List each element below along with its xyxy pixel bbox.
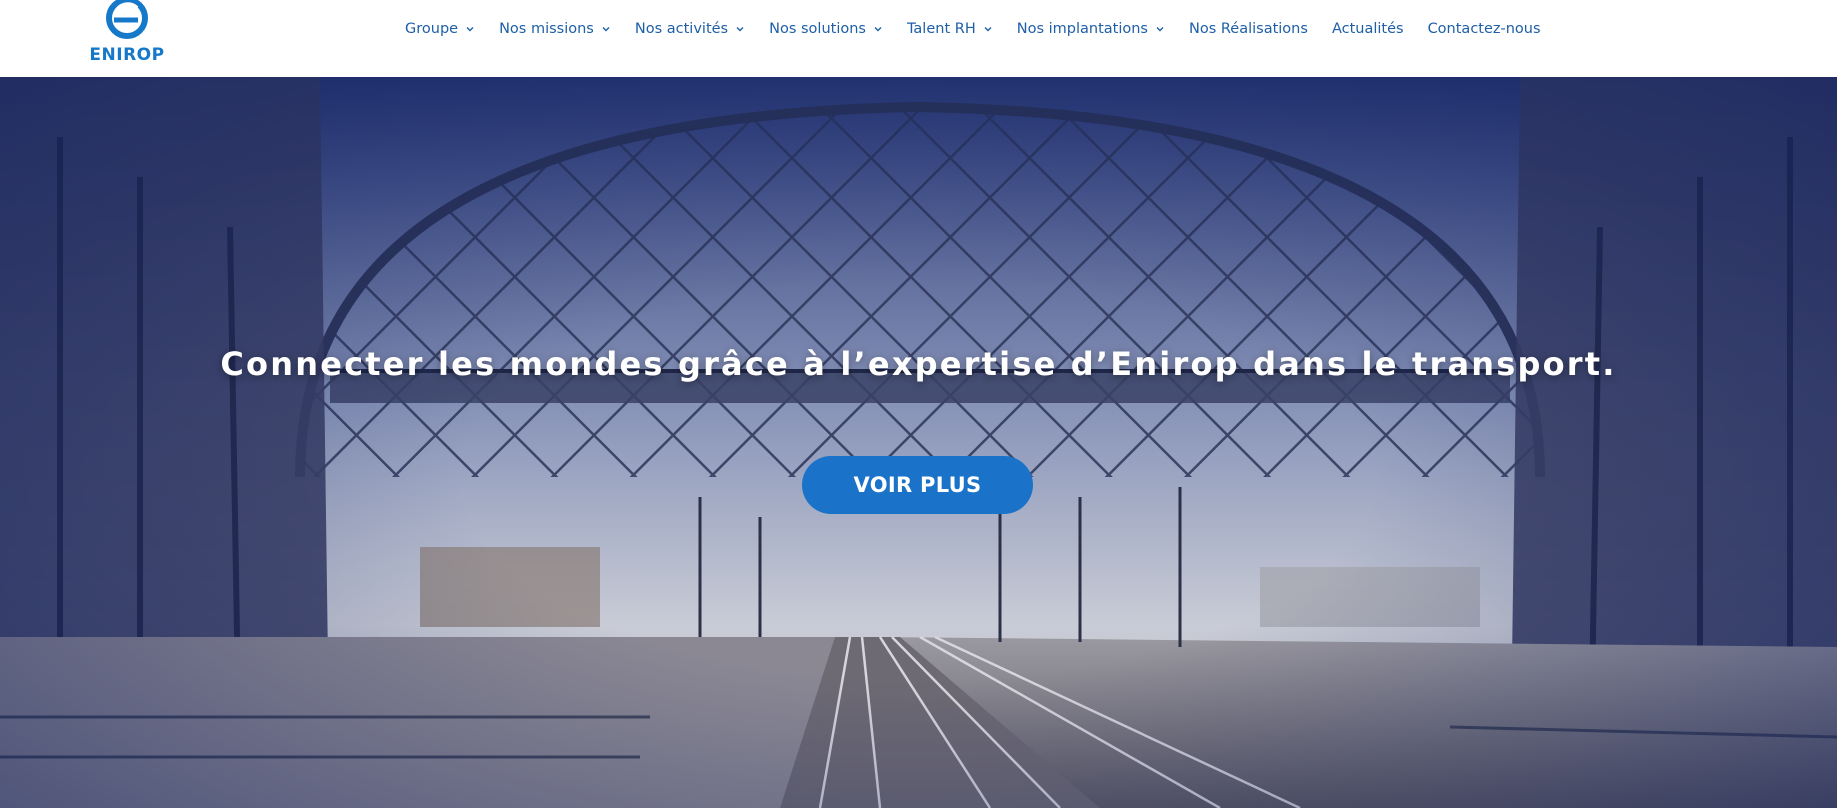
nav-item-label: Nos Réalisations — [1188, 21, 1308, 37]
nav-item-missions[interactable]: Nos missions — [499, 21, 611, 37]
nav-item-implantations[interactable]: Nos implantations — [1017, 21, 1165, 37]
nav-item-label: Nos implantations — [1016, 21, 1148, 37]
hero-section: Connecter les mondes grâce à l’expertise… — [0, 77, 1837, 808]
logo-text: ENIROP — [89, 45, 165, 65]
site-header: ENIROP Groupe Nos missions Nos activités… — [0, 0, 1837, 77]
nav-item-label: Contactez-nous — [1427, 21, 1541, 37]
nav-item-activites[interactable]: Nos activités — [635, 21, 745, 37]
chevron-down-icon — [466, 27, 474, 32]
nav-item-contact[interactable]: Contactez-nous — [1428, 21, 1541, 37]
nav-item-actualites[interactable]: Actualités — [1332, 21, 1404, 37]
nav-item-solutions[interactable]: Nos solutions — [769, 21, 883, 37]
nav-item-label: Nos solutions — [769, 21, 866, 37]
nav-item-label: Groupe — [405, 21, 459, 37]
logo[interactable]: ENIROP — [86, 0, 168, 68]
nav-item-label: Nos activités — [634, 21, 729, 37]
chevron-down-icon — [736, 27, 744, 32]
chevron-down-icon — [984, 27, 992, 32]
nav-item-label: Nos missions — [499, 21, 594, 37]
nav-item-label: Actualités — [1331, 21, 1404, 37]
chevron-down-icon — [602, 27, 610, 32]
nav-item-label: Talent RH — [906, 21, 976, 37]
nav-item-groupe[interactable]: Groupe — [405, 21, 475, 37]
hero-title: Connecter les mondes grâce à l’expertise… — [220, 345, 1617, 383]
nav-item-talent-rh[interactable]: Talent RH — [907, 21, 993, 37]
voir-plus-button[interactable]: VOIR PLUS — [802, 456, 1033, 514]
nav-item-realisations[interactable]: Nos Réalisations — [1189, 21, 1308, 37]
hero-overlay — [0, 77, 1837, 808]
main-nav: Groupe Nos missions Nos activités Nos so… — [405, 18, 1541, 40]
chevron-down-icon — [1156, 27, 1164, 32]
enirop-logo-icon — [106, 0, 148, 39]
chevron-down-icon — [874, 27, 882, 32]
